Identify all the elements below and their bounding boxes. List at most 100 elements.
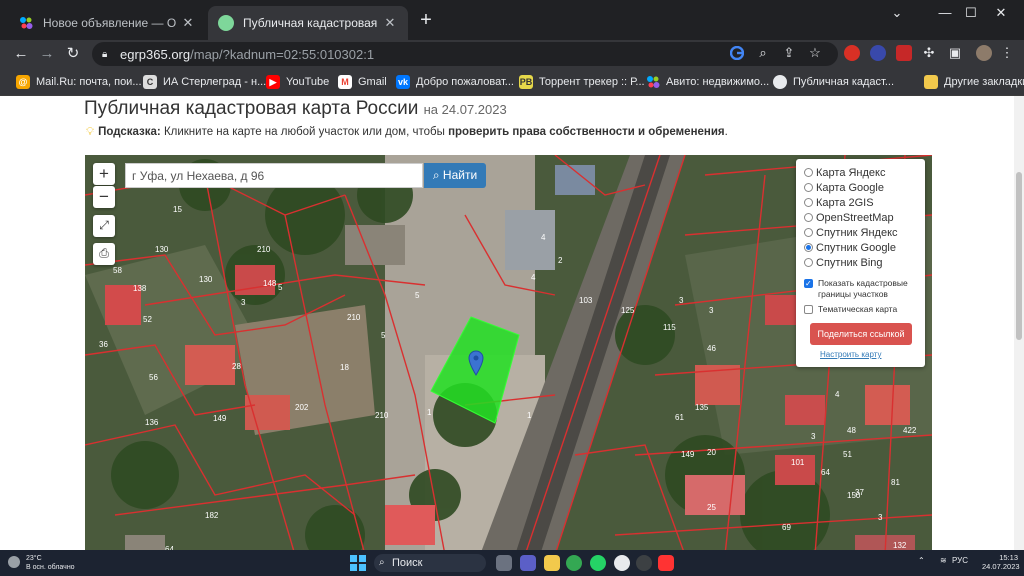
weather-widget[interactable]: 23°C В осн. облачно	[8, 554, 75, 572]
avatar[interactable]	[976, 45, 992, 61]
share-link-button[interactable]: Поделиться ссылкой	[810, 323, 912, 345]
more-menu-icon[interactable]: ⋮	[998, 44, 1016, 62]
thematic-map-checkbox[interactable]: Тематическая карта	[804, 304, 925, 315]
bookmark-item[interactable]: M Gmail	[338, 74, 387, 90]
cloud-icon	[8, 556, 20, 568]
parcel-number-label: 58	[113, 266, 122, 275]
tab-avito[interactable]: Новое объявление — Объявлен ✕	[8, 6, 206, 40]
zoom-in-button[interactable]: +	[93, 163, 115, 185]
back-arrow-icon[interactable]: ←	[10, 43, 32, 65]
app-icon[interactable]	[614, 555, 630, 571]
close-icon[interactable]: ✕	[382, 15, 398, 31]
layer-yandex-map[interactable]: Карта Яндекс	[804, 165, 925, 180]
bookmark-item[interactable]: vk Добро пожаловат...	[396, 74, 514, 90]
show-borders-checkbox[interactable]: Показать кадастровые границы участков	[804, 278, 925, 300]
radio-button[interactable]	[804, 228, 813, 237]
find-button[interactable]: ⌕ Найти	[424, 163, 486, 188]
bookmark-item[interactable]: Публичная кадаст...	[773, 74, 894, 90]
layer-osm[interactable]: OpenStreetMap	[804, 210, 925, 225]
windows-taskbar: 23°C В осн. облачно ⌕ Поиск ⌃ ≋ РУС 15:13…	[0, 550, 1024, 576]
window-close-icon[interactable]: ✕	[978, 0, 1024, 28]
parcel-number-label: 125	[621, 306, 635, 315]
checkbox[interactable]	[804, 278, 813, 289]
parcel-number-label: 56	[149, 373, 158, 382]
bookmark-item[interactable]: C ИА Стерлеград - н...	[143, 74, 266, 90]
explorer-icon[interactable]	[544, 555, 560, 571]
location-pin-icon[interactable]	[468, 350, 484, 376]
task-view-icon[interactable]	[496, 555, 512, 571]
configure-map-link[interactable]: Настроить карту	[820, 350, 925, 359]
side-panel-icon[interactable]: ▣	[946, 44, 964, 62]
parcel-number-label: 150	[847, 491, 861, 500]
address-bar[interactable]: 🔒︎ egrp365.org/map/?kadnum=02:55:010302:…	[92, 42, 838, 66]
close-icon[interactable]: ✕	[180, 15, 196, 31]
bookmark-item[interactable]: ▶ YouTube	[266, 74, 329, 90]
pdf-extension-icon[interactable]	[896, 45, 912, 61]
cadastral-map[interactable]: 15 58 130 130 210 5 148 3 138 52 36 56 210 28 18 202 149…	[85, 155, 932, 550]
tab-cadastral-map[interactable]: Публичная кадастровая карта ✕	[208, 6, 408, 40]
checkbox[interactable]	[804, 305, 813, 314]
layer-bing-satellite[interactable]: Спутник Bing	[804, 255, 925, 270]
parcel-number-label: 18	[340, 363, 349, 372]
parcel-number-label: 149	[681, 450, 695, 459]
tray-chevron-icon[interactable]: ⌃	[918, 556, 925, 565]
parcel-number-label: 28	[232, 362, 241, 371]
radio-button[interactable]	[804, 168, 813, 177]
reload-icon[interactable]: ↻	[62, 43, 84, 65]
layer-google-satellite[interactable]: Спутник Google	[804, 240, 925, 255]
extensions-puzzle-icon[interactable]: ✣	[920, 44, 938, 62]
vk-icon: vk	[396, 75, 410, 89]
radio-button[interactable]	[804, 198, 813, 207]
start-button[interactable]	[350, 555, 366, 571]
yandex-icon[interactable]	[658, 555, 674, 571]
taskbar-clock[interactable]: 15:13 24.07.2023	[982, 553, 1020, 571]
bookmarks-bar: @ Mail.Ru: почта, пои... C ИА Стерлеград -…	[0, 68, 1024, 96]
forward-arrow-icon[interactable]: →	[36, 43, 58, 65]
parcel-number-label: 138	[133, 284, 147, 293]
torrent-icon: PB	[519, 75, 533, 89]
radio-button[interactable]	[804, 183, 813, 192]
scrollbar-thumb[interactable]	[1016, 172, 1022, 340]
radio-button[interactable]	[804, 258, 813, 267]
parcel-number-label: 51	[843, 450, 852, 459]
zoom-out-button[interactable]: −	[93, 186, 115, 208]
print-icon[interactable]: ⎙	[93, 243, 115, 265]
google-icon[interactable]	[728, 44, 746, 62]
parcel-number-label: 3	[679, 296, 684, 305]
adblock-extension-icon[interactable]	[844, 45, 860, 61]
chrome-icon[interactable]	[566, 555, 582, 571]
parcel-number-label: 422	[903, 426, 917, 435]
parcel-number-label: 36	[99, 340, 108, 349]
lang-indicator[interactable]: РУС	[952, 556, 968, 565]
vpn-extension-icon[interactable]	[870, 45, 886, 61]
radio-button-selected[interactable]	[804, 243, 813, 252]
bookmark-item[interactable]: @ Mail.Ru: почта, пои...	[16, 74, 142, 90]
share-icon[interactable]: ⇪	[780, 44, 798, 62]
bookmark-item[interactable]: PB Торрент трекер :: Р...	[519, 74, 645, 90]
other-bookmarks-folder[interactable]: Другие закладки	[924, 74, 1024, 90]
parcel-number-label: 2	[558, 256, 563, 265]
chevron-down-icon[interactable]: ⌄	[874, 0, 920, 28]
parcel-number-label: 5	[381, 331, 386, 340]
bookmark-item[interactable]: Авито: недвижимо...	[646, 74, 769, 90]
zoom-icon[interactable]: ⌕	[754, 44, 772, 62]
taskbar-search[interactable]: ⌕ Поиск	[374, 554, 486, 572]
radio-button[interactable]	[804, 213, 813, 222]
page-scrollbar[interactable]	[1014, 96, 1024, 550]
parcel-number-label: 130	[155, 245, 169, 254]
lock-icon: 🔒︎	[102, 48, 108, 60]
parcel-number-label: 81	[891, 478, 900, 487]
app-icon[interactable]	[636, 555, 652, 571]
parcel-number-label: 148	[263, 279, 277, 288]
layer-yandex-satellite[interactable]: Спутник Яндекс	[804, 225, 925, 240]
address-search-input[interactable]: г Уфа, ул Нехаева, д 96	[125, 163, 423, 188]
wifi-icon[interactable]: ≋	[940, 556, 947, 565]
bookmark-star-icon[interactable]: ☆	[806, 44, 824, 62]
layer-2gis-map[interactable]: Карта 2GIS	[804, 195, 925, 210]
fullscreen-icon[interactable]: ⤢	[93, 215, 115, 237]
teams-icon[interactable]	[520, 555, 536, 571]
new-tab-button[interactable]: +	[414, 9, 438, 33]
tab-strip: Новое объявление — Объявлен ✕ Публичная …	[0, 0, 1024, 40]
layer-google-map[interactable]: Карта Google	[804, 180, 925, 195]
whatsapp-icon[interactable]	[590, 555, 606, 571]
